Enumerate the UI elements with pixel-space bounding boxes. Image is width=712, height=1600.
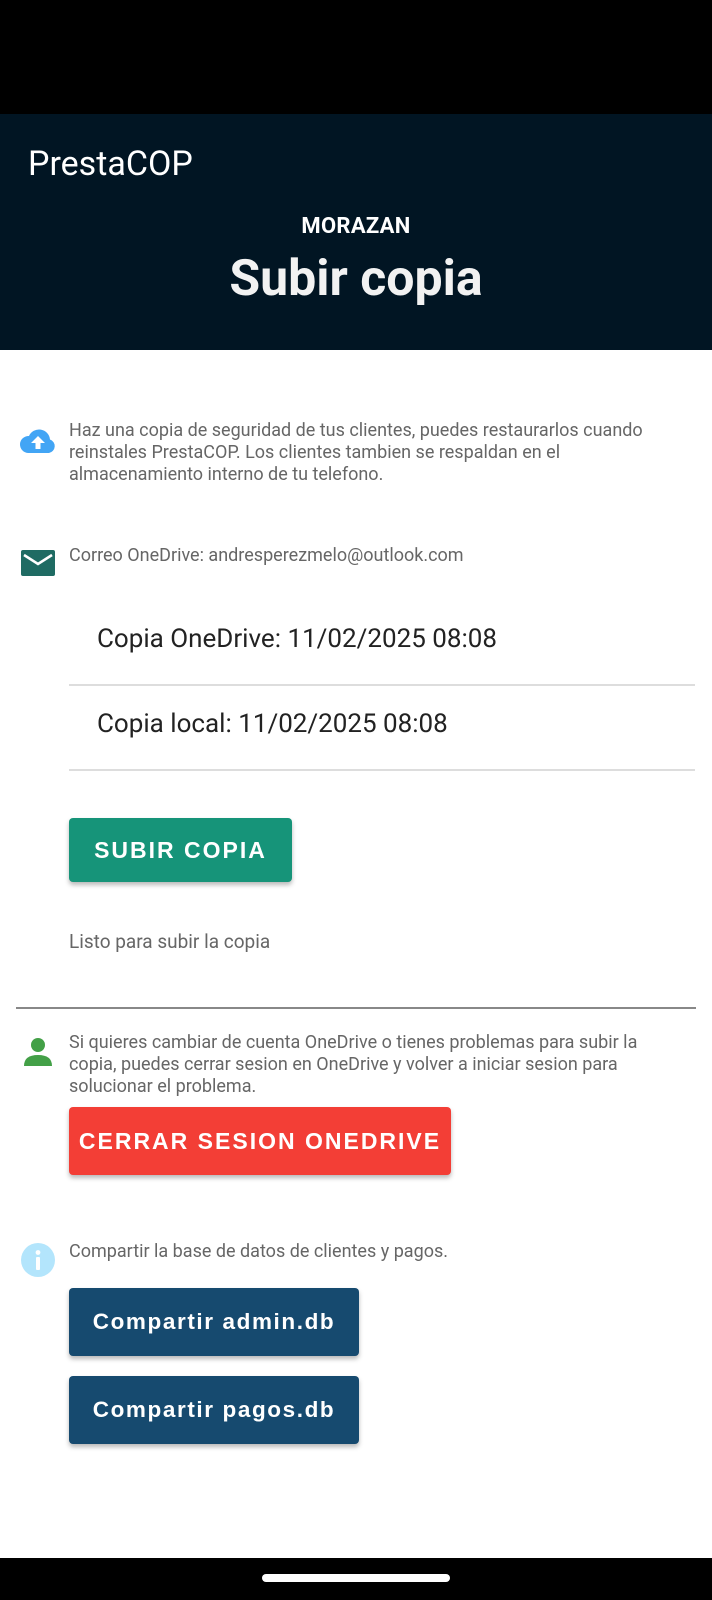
share-pagos-db-button[interactable]: Compartir pagos.db <box>69 1376 359 1444</box>
status-bar <box>0 0 712 114</box>
branch-name: MORAZAN <box>301 214 411 239</box>
email-text: Correo OneDrive: andresperezmelo@outlook… <box>69 545 464 566</box>
navigation-bar <box>0 1558 712 1600</box>
page-title: Subir copia <box>229 250 483 308</box>
person-icon <box>18 1032 58 1072</box>
account-info-text: Si quieres cambiar de cuenta OneDrive o … <box>69 1032 638 1097</box>
share-info-text: Compartir la base de datos de clientes y… <box>69 1241 449 1262</box>
onedrive-copy-label: Copia OneDrive: 11/02/2025 08:08 <box>97 624 498 654</box>
upload-status-text: Listo para subir la copia <box>69 930 271 953</box>
app-header: PrestaCOP MORAZAN Subir copia <box>0 114 712 350</box>
local-copy-label: Copia local: 11/02/2025 08:08 <box>97 709 448 739</box>
cloud-upload-icon <box>18 422 58 462</box>
app-title: PrestaCOP <box>28 144 193 184</box>
home-gesture-handle[interactable] <box>262 1574 450 1582</box>
mail-icon <box>18 543 58 583</box>
local-copy-date: Copia local: 11/02/2025 08:08 <box>69 687 695 771</box>
onedrive-copy-date: Copia OneDrive: 11/02/2025 08:08 <box>69 602 695 686</box>
info-icon <box>18 1240 58 1280</box>
logout-onedrive-button[interactable]: CERRAR SESION ONEDRIVE <box>69 1107 451 1175</box>
divider <box>16 1007 696 1009</box>
upload-copy-button[interactable]: SUBIR COPIA <box>69 818 292 882</box>
share-admin-db-button[interactable]: Compartir admin.db <box>69 1288 359 1356</box>
backup-info-text: Haz una copia de seguridad de tus client… <box>69 420 643 485</box>
